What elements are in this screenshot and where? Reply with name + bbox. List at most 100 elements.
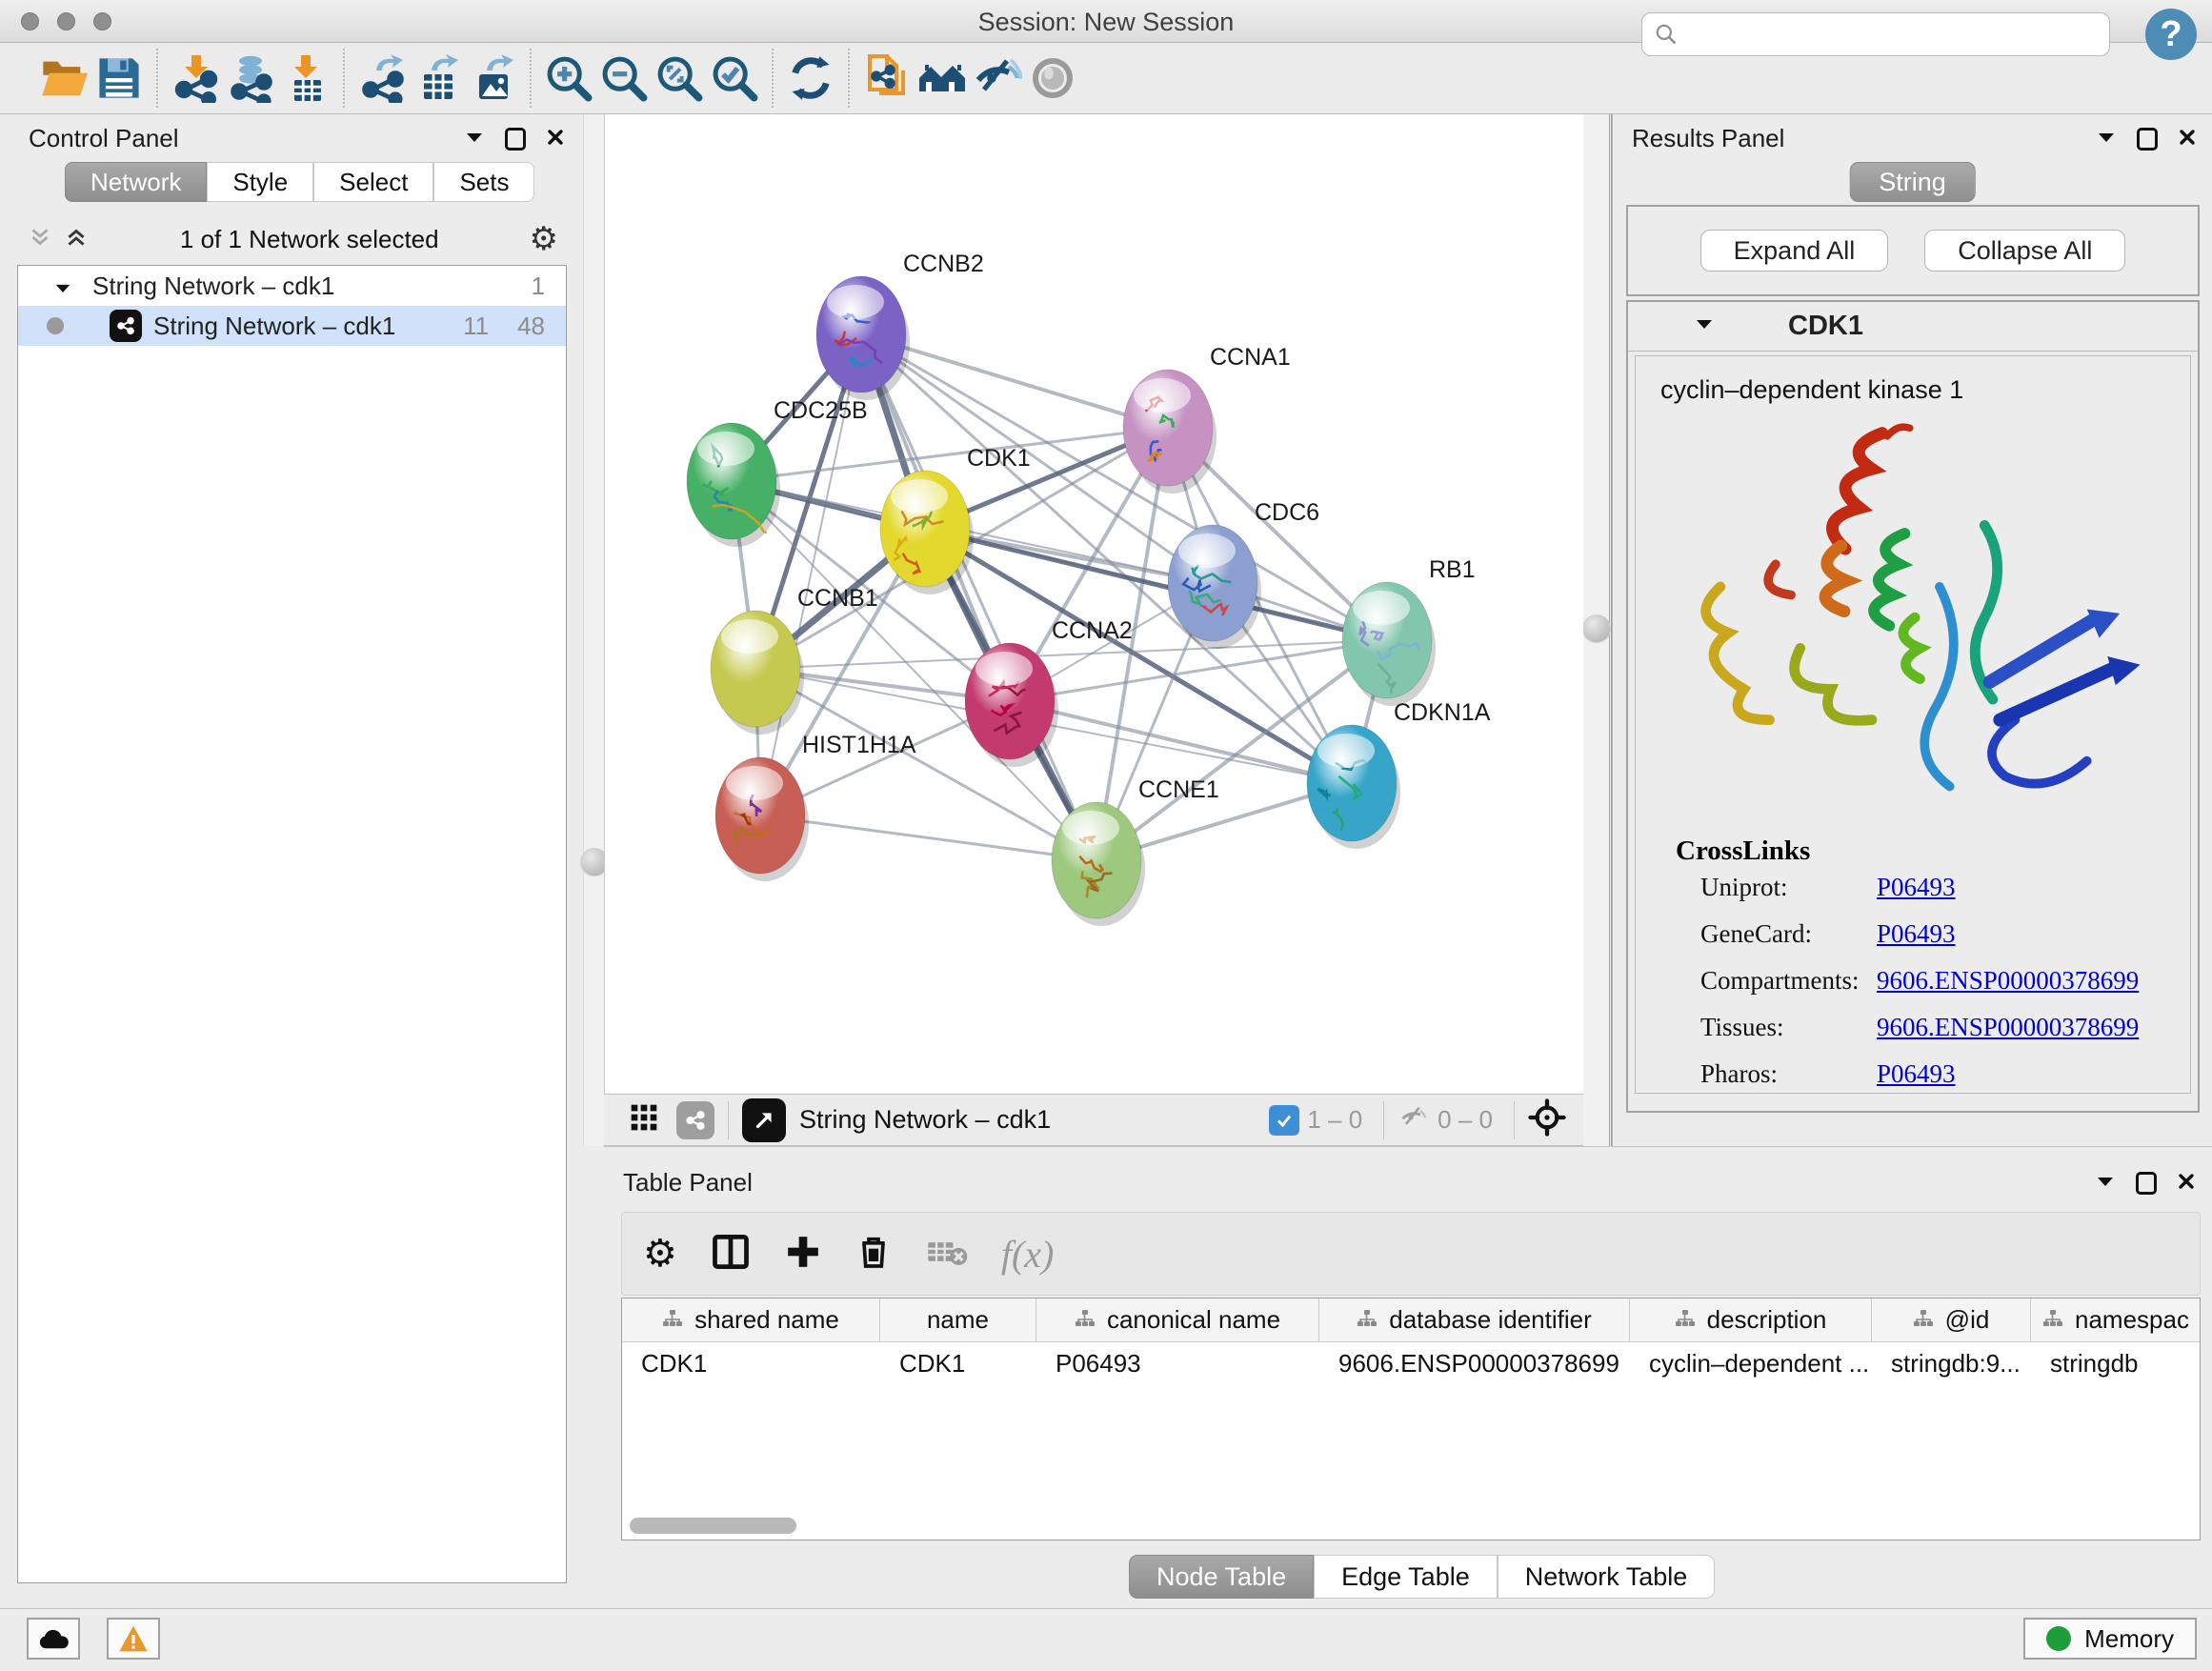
table-horizontal-scrollbar[interactable] (630, 1518, 796, 1534)
column-header-label: @id (1945, 1305, 1990, 1335)
show-columns-icon[interactable] (710, 1231, 752, 1278)
gear-icon[interactable]: ⚙ (530, 220, 558, 258)
zoom-in-icon[interactable] (541, 50, 596, 106)
tab-edge-table[interactable]: Edge Table (1314, 1555, 1498, 1599)
table-cell[interactable]: cyclin–dependent ... (1630, 1342, 1872, 1384)
column-header-namespac[interactable]: namespac (2031, 1299, 2201, 1341)
panel-maximize-icon[interactable] (505, 128, 526, 151)
panel-close-icon[interactable] (2178, 1173, 2195, 1195)
first-neighbors-icon[interactable] (915, 50, 970, 106)
network-node-cdkn1a[interactable]: CDKN1A (1307, 699, 1491, 849)
refresh-icon[interactable] (783, 50, 838, 106)
import-table-icon[interactable] (278, 50, 333, 106)
network-node-ccne1[interactable]: CCNE1 (1052, 776, 1219, 926)
tab-style[interactable]: Style (207, 162, 313, 202)
panel-float-icon[interactable] (465, 131, 484, 149)
column-header-shared-name[interactable]: shared name (622, 1299, 880, 1341)
memory-button[interactable]: Memory (2023, 1618, 2197, 1660)
collapse-all-icon[interactable] (27, 225, 53, 254)
zoom-selected-icon[interactable] (707, 50, 762, 106)
network-node-ccna2[interactable]: CCNA2 (965, 617, 1133, 767)
gene-section-header[interactable]: CDK1 (1628, 302, 2198, 352)
network-canvas[interactable]: CCNB2CCNA1CDC25BCDK1CDC6RB1CCNB1CCNA2CDK… (604, 114, 1583, 1094)
cloud-status-button[interactable] (27, 1618, 80, 1660)
right-splitter[interactable] (1583, 114, 1612, 1146)
help-button[interactable]: ? (2145, 9, 2197, 60)
expand-all-button[interactable]: Expand All (1700, 230, 1889, 272)
network-node-ccnb2[interactable]: CCNB2 (816, 251, 984, 400)
table-settings-gear-icon[interactable]: ⚙ (643, 1232, 677, 1276)
delete-table-icon[interactable] (925, 1233, 969, 1276)
column-header--id[interactable]: @id (1872, 1299, 2031, 1341)
collection-expander-icon[interactable] (54, 272, 71, 301)
table-cell[interactable]: stringdb (2031, 1342, 2201, 1384)
tab-string[interactable]: String (1849, 162, 1976, 202)
network-node-rb1[interactable]: RB1 (1342, 556, 1476, 706)
crosslink-link[interactable]: P06493 (1877, 873, 1956, 902)
panel-maximize-icon[interactable] (2137, 128, 2158, 151)
import-network-file-icon[interactable] (168, 50, 223, 106)
network-node-ccna1[interactable]: CCNA1 (1123, 344, 1291, 493)
zoom-fit-icon[interactable] (652, 50, 707, 106)
crosslink-link[interactable]: 9606.ENSP00000378699 (1877, 1013, 2139, 1042)
function-builder-icon[interactable]: f(x) (1001, 1232, 1055, 1277)
clone-network-icon[interactable] (859, 50, 915, 106)
panel-float-icon[interactable] (2097, 131, 2116, 149)
collapse-all-button[interactable]: Collapse All (1924, 230, 2125, 272)
network-node-cdc25b[interactable]: CDC25B (687, 397, 868, 547)
expand-all-icon[interactable] (63, 225, 90, 254)
tab-sets[interactable]: Sets (433, 162, 534, 202)
network-graph[interactable]: CCNB2CCNA1CDC25BCDK1CDC6RB1CCNB1CCNA2CDK… (605, 114, 1584, 1094)
grid-view-icon[interactable] (629, 1102, 659, 1137)
crosslink-row: Tissues:9606.ENSP00000378699 (1700, 1013, 2190, 1042)
tab-select[interactable]: Select (313, 162, 433, 202)
table-cell[interactable]: stringdb:9... (1872, 1342, 2031, 1384)
column-header-canonical-name[interactable]: canonical name (1036, 1299, 1319, 1341)
tab-node-table[interactable]: Node Table (1129, 1555, 1314, 1599)
hidden-eye-icon[interactable] (1398, 1103, 1430, 1137)
crosslink-row: Compartments:9606.ENSP00000378699 (1700, 966, 2190, 996)
crosslink-link[interactable]: P06493 (1877, 1059, 1956, 1089)
tab-network-table[interactable]: Network Table (1498, 1555, 1716, 1599)
panel-float-icon[interactable] (2096, 1175, 2115, 1193)
add-column-icon[interactable] (784, 1233, 822, 1276)
table-cell[interactable]: CDK1 (880, 1342, 1036, 1384)
save-session-icon[interactable] (91, 50, 147, 106)
left-splitter[interactable] (583, 114, 604, 1146)
column-header-name[interactable]: name (880, 1299, 1036, 1341)
selected-checkbox-icon[interactable] (1269, 1105, 1299, 1136)
network-collection-row[interactable]: String Network – cdk1 1 (18, 266, 566, 306)
warning-status-button[interactable] (107, 1618, 160, 1660)
search-input[interactable] (1641, 12, 2110, 56)
tab-network[interactable]: Network (65, 162, 207, 202)
right-splitter-knob[interactable] (1582, 614, 1611, 643)
panel-maximize-icon[interactable] (2136, 1172, 2157, 1195)
panel-close-icon[interactable] (547, 129, 564, 151)
zoom-out-icon[interactable] (596, 50, 652, 106)
network-row[interactable]: String Network – cdk1 11 48 (18, 306, 566, 346)
network-node-hist1h1a[interactable]: HIST1H1A (715, 732, 916, 881)
export-network-icon[interactable] (354, 50, 410, 106)
hide-selected-icon[interactable] (970, 50, 1025, 106)
open-session-icon[interactable] (36, 50, 91, 106)
panel-close-icon[interactable] (2179, 129, 2196, 151)
export-table-icon[interactable] (410, 50, 465, 106)
network-node-cdc6[interactable]: CDC6 (1168, 499, 1319, 649)
crosslink-link[interactable]: 9606.ENSP00000378699 (1877, 966, 2139, 996)
column-header-label: description (1707, 1305, 1827, 1335)
table-cell[interactable]: CDK1 (622, 1342, 880, 1384)
section-expander-icon[interactable] (1695, 317, 1714, 335)
crosshair-icon[interactable] (1528, 1098, 1566, 1141)
table-cell[interactable]: P06493 (1036, 1342, 1319, 1384)
birdseye-view-icon[interactable] (742, 1098, 786, 1142)
export-image-icon[interactable] (465, 50, 520, 106)
gray-eye-icon[interactable] (1025, 50, 1080, 106)
delete-column-icon[interactable] (855, 1233, 893, 1276)
crosslink-link[interactable]: P06493 (1877, 919, 1956, 949)
column-header-database-identifier[interactable]: database identifier (1319, 1299, 1630, 1341)
import-network-database-icon[interactable] (223, 50, 278, 106)
share-view-icon[interactable] (676, 1101, 714, 1139)
network-node-ccnb1[interactable]: CCNB1 (711, 585, 878, 735)
table-cell[interactable]: 9606.ENSP00000378699 (1319, 1342, 1630, 1384)
column-header-description[interactable]: description (1630, 1299, 1872, 1341)
